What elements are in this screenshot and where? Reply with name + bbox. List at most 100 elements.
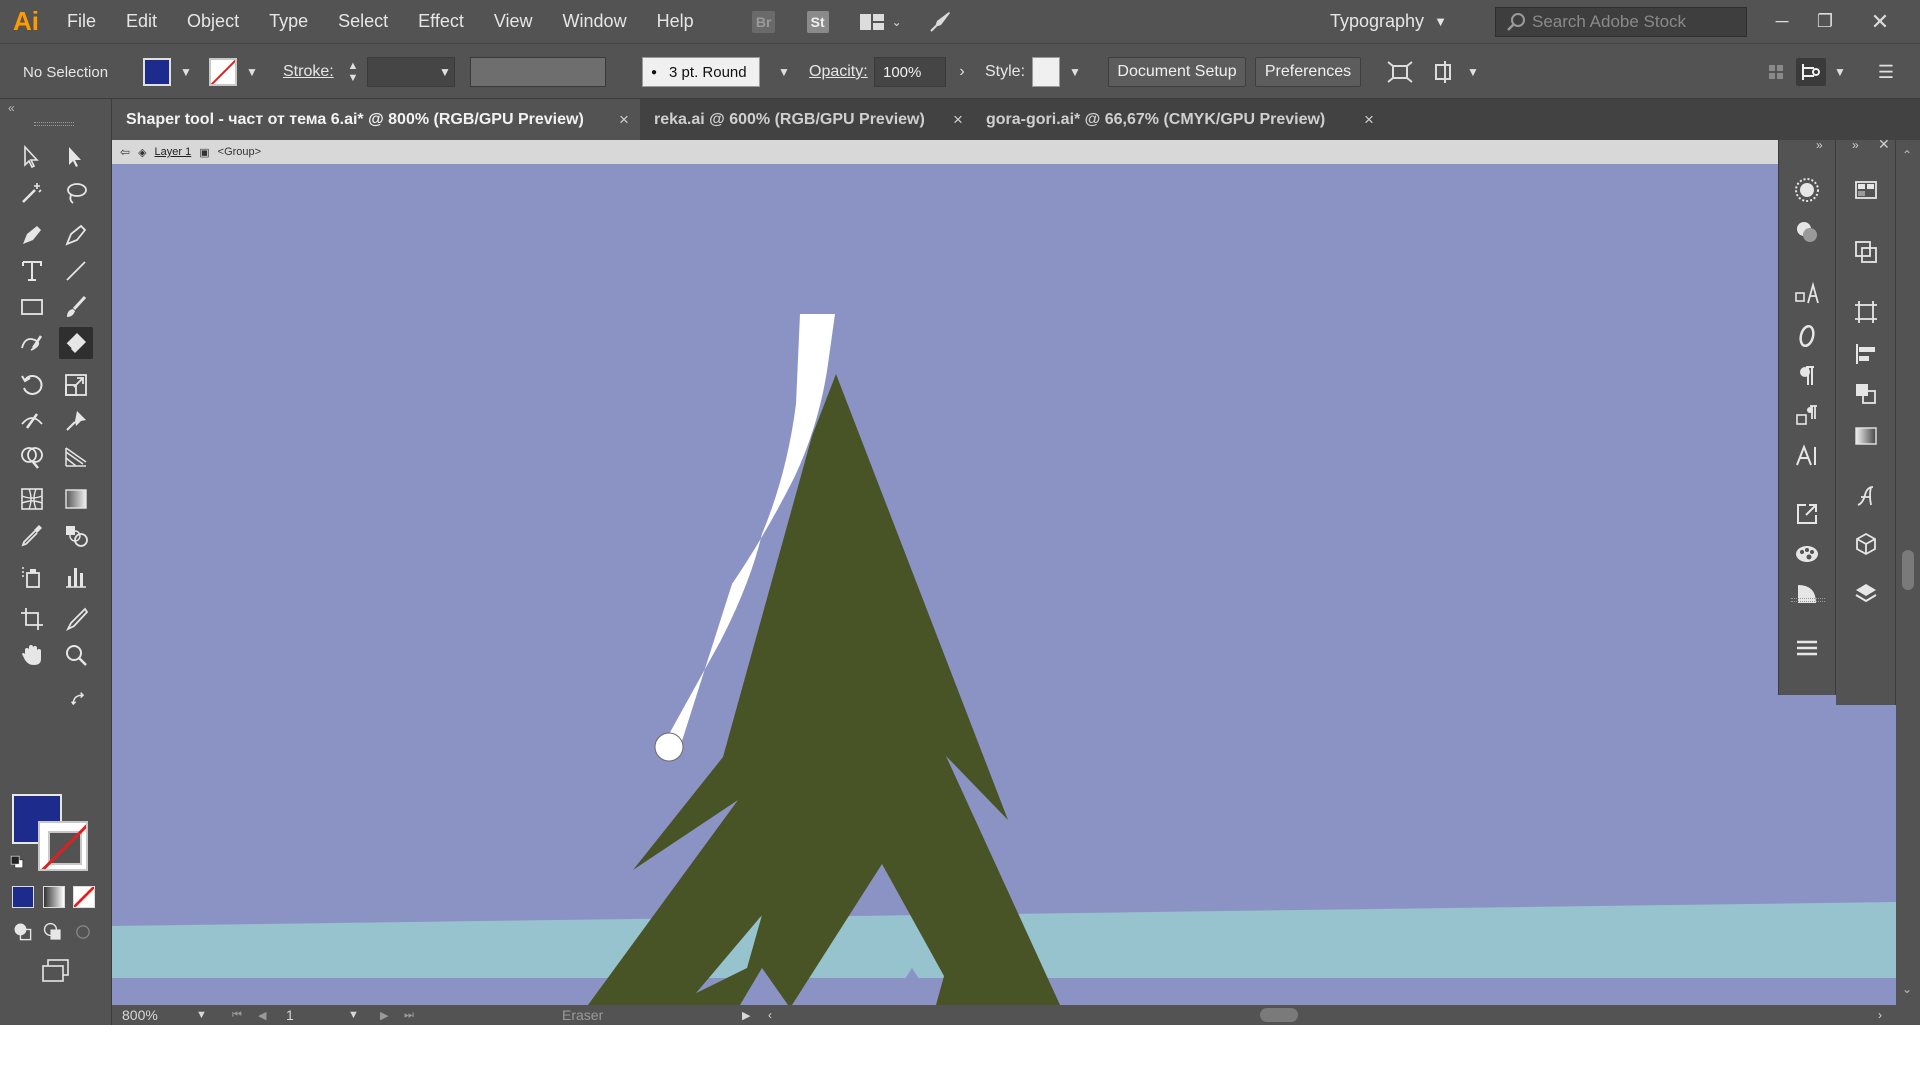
close-tab-icon[interactable]: × [612, 99, 636, 140]
scroll-right-icon[interactable]: › [1878, 1005, 1882, 1025]
arrange-documents-button[interactable] [857, 8, 887, 36]
scroll-down-icon[interactable]: ⌄ [1902, 982, 1912, 996]
status-menu-icon[interactable]: ▶ [742, 1005, 750, 1025]
width-tool[interactable] [15, 405, 49, 437]
shape-builder-tool[interactable] [15, 441, 49, 473]
close-panel-icon[interactable]: ✕ [1878, 136, 1890, 153]
menu-type[interactable]: Type [254, 0, 323, 43]
panel-menu-icon[interactable]: ☰ [1874, 58, 1898, 86]
menu-object[interactable]: Object [172, 0, 254, 43]
minimize-button[interactable]: ─ [1762, 0, 1802, 43]
transparency-panel-button[interactable] [1787, 576, 1827, 612]
pathfinder-panel-button[interactable] [1846, 234, 1886, 270]
variable-width-profile[interactable] [470, 57, 606, 87]
stroke-color-swatch[interactable] [38, 821, 88, 871]
vertical-scrollbar[interactable]: ⌃ ⌄ [1896, 140, 1920, 1005]
appearance-panel-button[interactable] [1787, 214, 1827, 250]
export-panel-button[interactable] [1787, 496, 1827, 532]
gradient-tool[interactable] [59, 483, 93, 515]
align-panel-button[interactable] [1846, 336, 1886, 372]
stroke-label[interactable]: Stroke: [283, 44, 334, 100]
stroke-weight-stepper[interactable]: ▲ ▼ [343, 58, 363, 86]
type-tool[interactable] [15, 255, 49, 287]
chevron-down-icon[interactable]: ⌄ [887, 8, 907, 36]
workspace-switcher[interactable]: Typography ▼ [1330, 0, 1447, 43]
chevron-down-icon[interactable]: ▼ [1463, 58, 1483, 86]
draw-inside-button[interactable] [68, 919, 98, 945]
slice-tool[interactable] [59, 603, 93, 635]
line-segment-tool[interactable] [59, 255, 93, 287]
swap-fill-stroke-button[interactable] [68, 689, 90, 711]
isolate-button[interactable] [1385, 58, 1415, 86]
opacity-label[interactable]: Opacity: [809, 44, 868, 100]
graphic-style-swatch[interactable] [1032, 57, 1060, 87]
chevron-down-icon[interactable]: ▼ [1830, 58, 1850, 86]
scroll-left-icon[interactable]: ‹ [768, 1005, 772, 1025]
paintbrush-tool[interactable] [59, 291, 93, 323]
scroll-thumb[interactable] [1902, 550, 1914, 590]
close-tab-icon[interactable]: × [1357, 99, 1381, 140]
libraries-panel-button[interactable] [1846, 526, 1886, 562]
stock-search[interactable] [1495, 7, 1747, 37]
gradient-mode-button[interactable] [43, 886, 65, 908]
chevron-down-icon[interactable]: ▼ [435, 58, 455, 86]
menu-view[interactable]: View [479, 0, 548, 43]
curvature-tool[interactable] [59, 219, 93, 251]
glyphs-panel-button[interactable] [1846, 478, 1886, 514]
selection-tool[interactable] [15, 141, 49, 173]
draw-behind-button[interactable] [38, 919, 68, 945]
close-tab-icon[interactable]: × [946, 99, 970, 140]
back-arrow-icon[interactable]: ⇦ [120, 145, 130, 159]
rectangle-tool[interactable] [15, 291, 49, 323]
puppet-warp-tool[interactable] [59, 405, 93, 437]
opentype-panel-button[interactable] [1787, 318, 1827, 354]
shaper-tool[interactable] [15, 327, 49, 359]
next-artboard-icon[interactable]: ▶ [380, 1005, 388, 1025]
document-setup-button[interactable]: Document Setup [1108, 57, 1246, 87]
chevron-down-icon[interactable]: ▼ [242, 58, 262, 86]
chevron-down-icon[interactable]: ▼ [348, 1005, 359, 1025]
properties-toggle-button[interactable] [1796, 58, 1826, 86]
color-themes-panel-button[interactable] [1787, 536, 1827, 572]
menu-file[interactable]: File [52, 0, 111, 43]
default-fill-stroke-button[interactable] [6, 851, 28, 873]
menu-window[interactable]: Window [548, 0, 642, 43]
rotate-tool[interactable] [15, 369, 49, 401]
chevron-down-icon[interactable]: ▼ [176, 58, 196, 86]
arrange-panels-button[interactable] [1764, 58, 1788, 86]
last-artboard-icon[interactable]: ⏭ [404, 1005, 414, 1025]
symbol-sprayer-tool[interactable] [15, 561, 49, 593]
stock-button[interactable]: St [803, 8, 833, 36]
layers-panel-button[interactable] [1846, 576, 1886, 612]
align-options-button[interactable] [1430, 58, 1460, 86]
direct-selection-tool[interactable] [59, 141, 93, 173]
blend-tool[interactable] [59, 519, 93, 551]
zoom-tool[interactable] [59, 639, 93, 671]
stroke-swatch[interactable] [209, 58, 237, 86]
artboard-tool[interactable] [15, 603, 49, 635]
magic-wand-tool[interactable] [15, 177, 49, 209]
eraser-tool[interactable] [59, 327, 93, 359]
swatches-panel-button[interactable] [1846, 172, 1886, 208]
chevron-down-icon[interactable]: ▼ [1065, 58, 1085, 86]
collapse-toolbar-icon[interactable]: « [8, 101, 15, 115]
dock-grip[interactable] [1791, 598, 1825, 602]
transform-panel-button[interactable] [1846, 294, 1886, 330]
draw-normal-button[interactable] [8, 919, 38, 945]
first-artboard-icon[interactable]: ⏮ [232, 1005, 242, 1025]
paragraph-styles-panel-button[interactable] [1787, 398, 1827, 434]
gradient-panel-button[interactable] [1846, 418, 1886, 454]
color-guide-panel-button[interactable] [1787, 172, 1827, 208]
fill-swatch[interactable] [143, 58, 171, 86]
tab-shaper-tool[interactable]: Shaper tool - част от тема 6.ai* @ 800% … [112, 99, 640, 140]
preferences-button[interactable]: Preferences [1255, 57, 1361, 87]
horizontal-scroll-thumb[interactable] [1260, 1008, 1298, 1022]
search-input[interactable] [1532, 12, 1732, 32]
close-window-button[interactable]: ✕ [1860, 0, 1900, 43]
chevron-right-icon[interactable]: › [952, 58, 972, 86]
artboard-number[interactable]: 1 [286, 1005, 294, 1025]
none-mode-button[interactable] [73, 886, 95, 908]
arrange-panel-button[interactable] [1846, 376, 1886, 412]
lasso-tool[interactable] [59, 177, 93, 209]
character-panel-button[interactable] [1787, 438, 1827, 474]
